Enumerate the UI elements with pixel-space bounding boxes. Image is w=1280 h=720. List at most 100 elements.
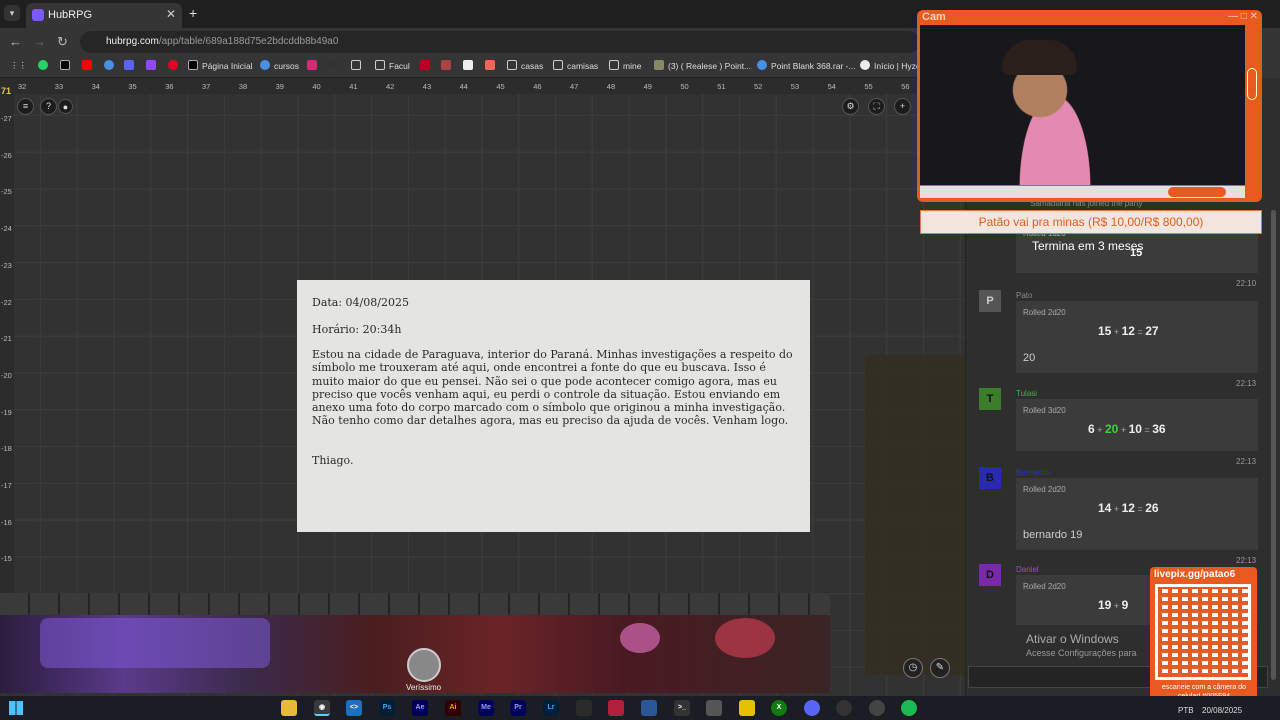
taskbar-date[interactable]: 20/08/2025 xyxy=(1202,706,1242,715)
cam-window-controls-icon: — □ ✕ xyxy=(1228,11,1258,22)
windows-activation-subtitle: Acesse Configurações para xyxy=(1026,648,1137,658)
die-value: 9 xyxy=(1121,598,1129,612)
ruler-left-label: -21 xyxy=(1,334,12,344)
bookmark-white-icon[interactable] xyxy=(463,60,477,71)
roll-label: Rolled 2d20 xyxy=(1023,582,1066,591)
url-bar[interactable]: hubrpg.com/app/table/689a188d75e2bdcddb8… xyxy=(80,31,920,53)
bookmark-casas[interactable]: casas xyxy=(507,60,543,71)
media-encoder-icon[interactable]: Me xyxy=(478,700,494,716)
bookmark-facul[interactable]: Facul xyxy=(375,60,410,71)
xbox-icon[interactable]: X xyxy=(771,700,787,716)
settings-gear-icon[interactable]: ⚙ xyxy=(842,98,859,115)
clock-icon[interactable]: ◷ xyxy=(903,658,923,678)
die-value: 20 xyxy=(1104,422,1119,436)
chrome-icon[interactable]: ◉ xyxy=(314,700,330,716)
bookmark-x-icon[interactable] xyxy=(60,60,74,71)
bookmark-twitch-icon[interactable] xyxy=(146,60,160,71)
tab-search-button[interactable]: ▾ xyxy=(4,5,20,21)
equals-sign: = xyxy=(1134,504,1146,514)
bookmark-app-icon[interactable] xyxy=(124,60,138,71)
webcam-video xyxy=(920,25,1245,185)
roll-total: 26 xyxy=(1145,501,1159,515)
after-effects-icon[interactable]: Ae xyxy=(412,700,428,716)
reload-icon[interactable]: ↻ xyxy=(57,34,68,50)
steam-icon[interactable] xyxy=(869,700,885,716)
explorer-icon[interactable] xyxy=(281,700,297,716)
lightroom-icon[interactable]: Lr xyxy=(543,700,559,716)
bookmark-instagram-icon[interactable] xyxy=(307,60,321,71)
windows-activation-title: Ativar o Windows xyxy=(1026,632,1119,646)
notes-icon[interactable] xyxy=(739,700,755,716)
ruler-tool-icon[interactable]: ✎ xyxy=(930,658,950,678)
bookmark-point-blank[interactable]: Point Blank 368.rar -... xyxy=(757,60,856,71)
add-icon[interactable]: + xyxy=(894,98,911,115)
discord-icon[interactable] xyxy=(804,700,820,716)
ruler-corner-value: 71 xyxy=(1,86,12,96)
bookmark-mine[interactable]: mine xyxy=(609,60,641,71)
ruler-left-label: -25 xyxy=(1,187,12,197)
equals-sign: = xyxy=(1134,327,1146,337)
ruler-left-label: -24 xyxy=(1,224,12,234)
bookmark-folder-icon[interactable] xyxy=(351,60,365,71)
handout-note[interactable]: Data: 04/08/2025 Horário: 20:34h Estou n… xyxy=(297,280,810,532)
menu-icon[interactable]: ≡ xyxy=(17,98,34,115)
bookmark-youtube-icon[interactable] xyxy=(82,60,96,71)
ruler-top-label: 56 xyxy=(901,82,910,91)
bookmark-pen-icon[interactable] xyxy=(441,60,455,71)
app-icon[interactable] xyxy=(576,700,592,716)
roll-note-first: Termina em 3 meses xyxy=(1032,239,1144,253)
windows-start-icon[interactable] xyxy=(9,701,23,715)
fullscreen-icon[interactable]: ⛶ xyxy=(868,98,885,115)
photoshop-icon[interactable]: Ps xyxy=(379,700,395,716)
keyboard-language[interactable]: PTB xyxy=(1178,706,1194,715)
roll-result: 6 + 20 + 10 = 36 xyxy=(1088,422,1166,436)
plus-sign: + xyxy=(1111,504,1122,514)
bookmark-chrome-icon[interactable] xyxy=(104,60,118,71)
back-icon[interactable]: ← xyxy=(9,34,22,49)
cam-scroll-decoration xyxy=(1247,68,1257,100)
help-icon[interactable]: ? xyxy=(40,98,57,115)
new-tab-button[interactable]: + xyxy=(189,5,197,21)
player-name: Bernardo xyxy=(1016,468,1049,477)
bookmark-camisas[interactable]: camisas xyxy=(553,60,598,71)
calculator-icon[interactable] xyxy=(641,700,657,716)
ruler-left-label: -19 xyxy=(1,407,12,417)
donation-goal-banner: Patão vai pra minas (R$ 10,00/R$ 800,00) xyxy=(920,210,1262,234)
bookmark-pinterest-icon[interactable] xyxy=(168,60,182,71)
ruler-top-label: 43 xyxy=(422,82,432,91)
terminal-icon[interactable]: >_ xyxy=(674,700,690,716)
chat-scrollbar[interactable] xyxy=(1271,210,1276,680)
player-name: Pato xyxy=(1016,291,1033,300)
apps-grid-icon[interactable]: ⋮⋮ xyxy=(10,60,27,71)
tab-hubrpg[interactable]: HubRPG ✕ xyxy=(26,3,182,28)
obs-icon[interactable] xyxy=(836,700,852,716)
record-icon[interactable]: ● xyxy=(58,99,73,114)
ruler-top-label: 39 xyxy=(275,82,284,91)
ruler-left-label: -22 xyxy=(1,297,12,307)
ruler-top-label: 45 xyxy=(496,82,505,91)
ruler-left-label: -18 xyxy=(1,444,12,454)
forward-icon[interactable]: → xyxy=(33,34,46,49)
tab-title: HubRPG xyxy=(48,9,93,21)
bookmark-whatsapp-icon[interactable] xyxy=(38,60,52,71)
illustrator-icon[interactable]: Ai xyxy=(445,700,461,716)
spotify-icon[interactable] xyxy=(901,700,917,716)
bookmark-realese[interactable]: (3) ( Realese ) Point... xyxy=(654,60,751,71)
close-tab-icon[interactable]: ✕ xyxy=(166,7,176,21)
url-path: /app/table/689a188d75e2bdcddb8b49a0 xyxy=(158,36,339,47)
red-glow xyxy=(715,618,775,658)
bookmark-hyze[interactable]: Início | Hyze xyxy=(860,60,921,71)
character-token[interactable] xyxy=(407,648,441,682)
ruler-top-label: 32 xyxy=(18,82,27,91)
premiere-icon[interactable]: Pr xyxy=(510,700,526,716)
roll-result-first: 15 xyxy=(1130,247,1143,259)
bookmark-cursos[interactable]: cursos xyxy=(260,60,299,71)
tool-icon[interactable] xyxy=(706,700,722,716)
bookmark-github-icon[interactable] xyxy=(328,60,342,71)
bookmark-pagina-inicial[interactable]: Página Inicial xyxy=(188,60,253,71)
ruler-top-label: 42 xyxy=(386,82,395,91)
red-app-icon[interactable] xyxy=(608,700,624,716)
bookmark-orange-icon[interactable] xyxy=(485,60,499,71)
vscode-icon[interactable]: <> xyxy=(346,700,362,716)
bookmark-red-icon[interactable] xyxy=(420,60,434,71)
